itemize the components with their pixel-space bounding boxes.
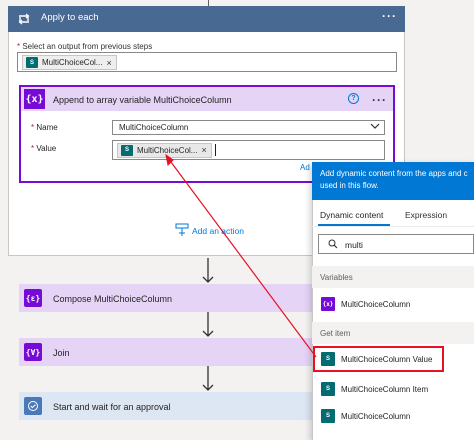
annotation-arrow — [165, 153, 317, 358]
